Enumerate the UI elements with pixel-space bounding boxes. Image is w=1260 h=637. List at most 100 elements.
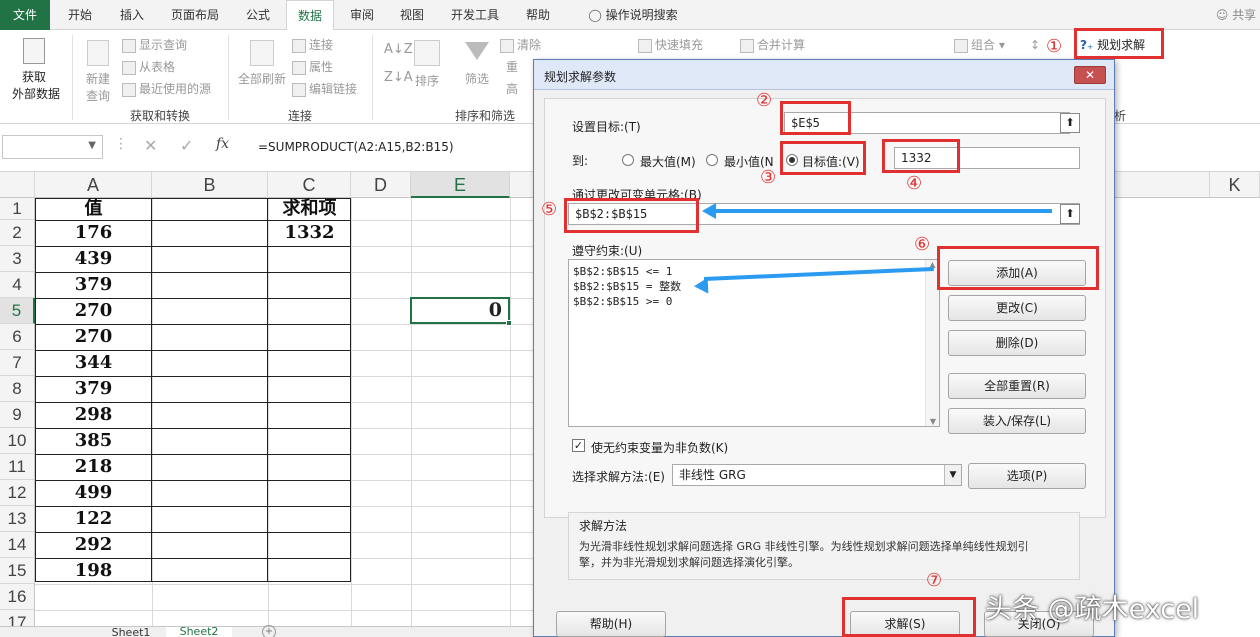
change-button[interactable]: 更改(C) (948, 295, 1086, 321)
cell-a12[interactable]: 499 (35, 480, 152, 506)
load-save-button[interactable]: 装入/保存(L) (948, 408, 1086, 434)
cell-a3[interactable]: 439 (35, 246, 152, 272)
share-button[interactable]: ☺ 共享 (1212, 0, 1260, 30)
flash-fill-button[interactable]: 快速填充 (638, 36, 703, 53)
tab-formulas[interactable]: 公式 (236, 0, 280, 30)
edit-links-button[interactable]: 编辑链接 (292, 80, 357, 97)
list-item[interactable]: $B$2:$B$15 <= 1 (573, 264, 681, 279)
row-header[interactable]: 2 (0, 220, 35, 246)
recent-sources-button[interactable]: 最近使用的源 (122, 80, 211, 97)
row-header[interactable]: 3 (0, 246, 35, 272)
cell-a13[interactable]: 122 (35, 506, 152, 532)
col-header-k[interactable]: K (1210, 172, 1260, 198)
connections-button[interactable]: 连接 (292, 36, 333, 53)
clear-button[interactable]: 清除 (500, 36, 541, 53)
col-header-b[interactable]: B (152, 172, 268, 198)
new-query-button[interactable]: 新建 查询 (80, 40, 116, 104)
delete-button[interactable]: 删除(D) (948, 330, 1086, 356)
col-header-j[interactable] (1115, 172, 1210, 198)
advanced-button[interactable]: 高 (506, 80, 518, 97)
row-header[interactable]: 14 (0, 532, 35, 558)
row-header[interactable]: 6 (0, 324, 35, 350)
tab-page-layout[interactable]: 页面布局 (162, 0, 228, 30)
name-box[interactable]: ▼ (2, 135, 103, 159)
row-header[interactable]: 15 (0, 558, 35, 584)
sheet-tab-sheet2[interactable]: Sheet2 (166, 627, 232, 637)
tab-home[interactable]: 开始 (58, 0, 102, 30)
cell-a5[interactable]: 270 (35, 298, 152, 324)
chevron-down-icon[interactable]: ▼ (944, 465, 961, 485)
get-external-data-button[interactable]: 获取 外部数据 (12, 38, 60, 102)
row-header[interactable]: 16 (0, 584, 35, 610)
tab-view[interactable]: 视图 (390, 0, 434, 30)
cell-c2[interactable]: 1332 (268, 220, 351, 246)
sort-button[interactable]: 排序 (412, 40, 442, 89)
selected-cell-e5[interactable]: 0 (410, 297, 512, 326)
outline-settings-icon[interactable]: ↕ (1030, 38, 1040, 52)
radio-max[interactable] (622, 154, 634, 166)
row-header[interactable]: 10 (0, 428, 35, 454)
cell-a15[interactable]: 198 (35, 558, 152, 584)
close-icon[interactable]: ✕ (1074, 66, 1106, 84)
formula-input[interactable]: =SUMPRODUCT(A2:A15,B2:B15) (258, 140, 454, 154)
row-header[interactable]: 7 (0, 350, 35, 376)
cancel-icon[interactable]: ✕ (144, 136, 157, 155)
row-header[interactable]: 4 (0, 272, 35, 298)
list-item[interactable]: $B$2:$B$15 = 整数 (573, 279, 681, 294)
group-button[interactable]: 组合 ▾ (954, 36, 1005, 53)
tab-review[interactable]: 审阅 (340, 0, 384, 30)
col-header-a[interactable]: A (35, 172, 152, 198)
insert-function-icon[interactable]: fx (216, 136, 229, 152)
add-sheet-icon[interactable]: + (262, 625, 276, 637)
cell-a8[interactable]: 379 (35, 376, 152, 402)
row-header[interactable]: 9 (0, 402, 35, 428)
from-table-button[interactable]: 从表格 (122, 58, 175, 75)
cell-c1[interactable]: 求和项 (268, 198, 351, 220)
properties-button[interactable]: 属性 (292, 58, 333, 75)
list-item[interactable]: $B$2:$B$15 >= 0 (573, 294, 681, 309)
row-header[interactable]: 11 (0, 454, 35, 480)
collapse-ref-icon[interactable]: ⬆ (1060, 113, 1080, 133)
row-header[interactable]: 13 (0, 506, 35, 532)
sort-az-icon[interactable]: A↓Z (384, 42, 413, 57)
reset-all-button[interactable]: 全部重置(R) (948, 373, 1086, 399)
tab-file[interactable]: 文件 (0, 0, 50, 30)
cell-a14[interactable]: 292 (35, 532, 152, 558)
sheet-tab-sheet1[interactable]: Sheet1 (96, 628, 166, 637)
tab-developer[interactable]: 开发工具 (442, 0, 508, 30)
collapse-ref-icon[interactable]: ⬆ (1060, 204, 1080, 224)
options-button[interactable]: 选项(P) (968, 463, 1086, 489)
consolidate-button[interactable]: 合并计算 (740, 36, 805, 53)
cell-a2[interactable]: 176 (35, 220, 152, 246)
row-header[interactable]: 5 (0, 298, 35, 324)
row-header[interactable]: 8 (0, 376, 35, 402)
nonneg-checkbox[interactable]: ✓ (572, 439, 585, 452)
method-select[interactable]: 非线性 GRG (672, 464, 962, 486)
reapply-button[interactable]: 重 (506, 58, 518, 75)
tab-help[interactable]: 帮助 (516, 0, 560, 30)
refresh-all-button[interactable]: 全部刷新 (236, 40, 288, 87)
col-header-e[interactable]: E (411, 172, 510, 198)
sort-za-icon[interactable]: Z↓A (384, 70, 413, 85)
enter-icon[interactable]: ✓ (180, 136, 193, 155)
cell-a11[interactable]: 218 (35, 454, 152, 480)
cell-a10[interactable]: 385 (35, 428, 152, 454)
row-header[interactable]: 1 (0, 198, 35, 220)
row-header[interactable]: 12 (0, 480, 35, 506)
cell-a1[interactable]: 值 (35, 198, 152, 220)
col-header-c[interactable]: C (268, 172, 351, 198)
tell-me-search[interactable]: ◯ 操作说明搜索 (578, 0, 688, 30)
show-queries-button[interactable]: 显示查询 (122, 36, 187, 53)
help-button[interactable]: 帮助(H) (556, 611, 666, 637)
cell-a6[interactable]: 270 (35, 324, 152, 350)
tab-data[interactable]: 数据 (286, 0, 334, 31)
cell-a7[interactable]: 344 (35, 350, 152, 376)
cell-a9[interactable]: 298 (35, 402, 152, 428)
fill-handle[interactable] (506, 320, 512, 326)
cell-a4[interactable]: 379 (35, 272, 152, 298)
select-all-corner[interactable] (0, 172, 35, 198)
radio-min[interactable] (706, 154, 718, 166)
col-header-d[interactable]: D (351, 172, 411, 198)
scroll-down-icon[interactable]: ▼ (926, 417, 940, 426)
filter-button[interactable]: 筛选 (462, 40, 492, 87)
